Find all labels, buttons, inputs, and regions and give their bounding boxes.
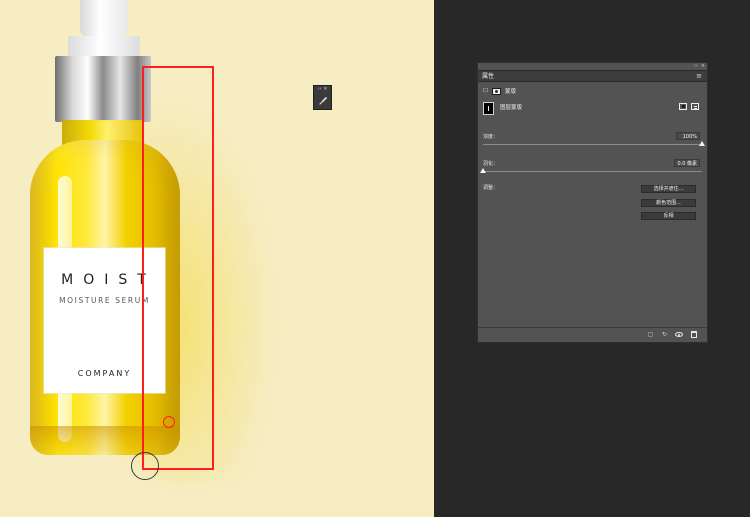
layer-mask-thumbnail[interactable] [483, 102, 494, 115]
layer-mask-icon[interactable] [491, 87, 501, 95]
brush-cursor-large [131, 452, 159, 480]
properties-panel[interactable]: ‹‹ × 属性 ≡ ☐ 蒙版 图层蒙版 浓度： 100% 羽化： 0.0 像素 … [477, 62, 708, 343]
close-icon[interactable]: × [701, 63, 705, 70]
trash-icon[interactable] [691, 331, 697, 338]
color-range-button[interactable]: 颜色范围... [641, 199, 696, 207]
layer-mask-actions[interactable] [679, 103, 699, 110]
mask-selection-icon[interactable] [679, 103, 687, 110]
refine-label: 调整： [483, 185, 499, 191]
load-icon[interactable]: ↻ [661, 331, 668, 338]
vector-mask-icon[interactable] [691, 103, 699, 110]
density-label: 浓度： [483, 134, 499, 140]
floating-brush-tool[interactable]: ‹‹ × [313, 85, 332, 110]
density-thumb[interactable] [699, 141, 705, 146]
layer-mask-row[interactable]: 图层蒙版 [483, 101, 702, 116]
dropper-bulb [80, 0, 128, 38]
metal-cap [55, 56, 151, 122]
selection-icon[interactable]: ▢ [647, 331, 654, 338]
density-value[interactable]: 100% [676, 132, 700, 140]
selection-rectangle[interactable] [142, 66, 214, 470]
panel-footer: ▢ ↻ [478, 328, 707, 342]
feather-track[interactable] [483, 171, 702, 172]
collapse-icon[interactable]: ‹‹ [694, 63, 698, 70]
product-canvas[interactable]: MOIST MOISTURE SERUM COMPANY ‹‹ × [0, 0, 434, 517]
feather-value[interactable]: 0.0 像素 [674, 159, 700, 167]
panel-menu-icon[interactable]: ≡ [695, 72, 703, 80]
layer-mask-label: 图层蒙版 [500, 105, 523, 111]
density-track[interactable] [483, 144, 702, 145]
brush-cursor-small [163, 416, 175, 428]
feather-slider[interactable]: 羽化： 0.0 像素 [480, 159, 702, 178]
panel-header: 属性 ≡ [478, 70, 707, 82]
mask-mode-row[interactable]: ☐ 蒙版 [483, 86, 516, 96]
tab-properties[interactable]: 属性 [482, 71, 494, 82]
eye-icon[interactable] [675, 332, 683, 337]
footer-actions[interactable]: ▢ ↻ [647, 331, 697, 338]
feather-thumb[interactable] [480, 168, 486, 173]
pixel-mask-icon[interactable]: ☐ [483, 88, 488, 94]
feather-label: 羽化： [483, 161, 499, 167]
floating-tool-controls[interactable]: ‹‹ × [316, 87, 329, 92]
brush-icon[interactable] [318, 96, 328, 106]
dropper-neck [68, 36, 140, 56]
panel-window-controls[interactable]: ‹‹ × [694, 63, 705, 70]
invert-button[interactable]: 反相 [641, 212, 696, 220]
select-and-mask-button[interactable]: 选择并遮住... [641, 185, 696, 193]
mask-mode-label: 蒙版 [504, 89, 516, 95]
density-slider[interactable]: 浓度： 100% [483, 132, 705, 151]
